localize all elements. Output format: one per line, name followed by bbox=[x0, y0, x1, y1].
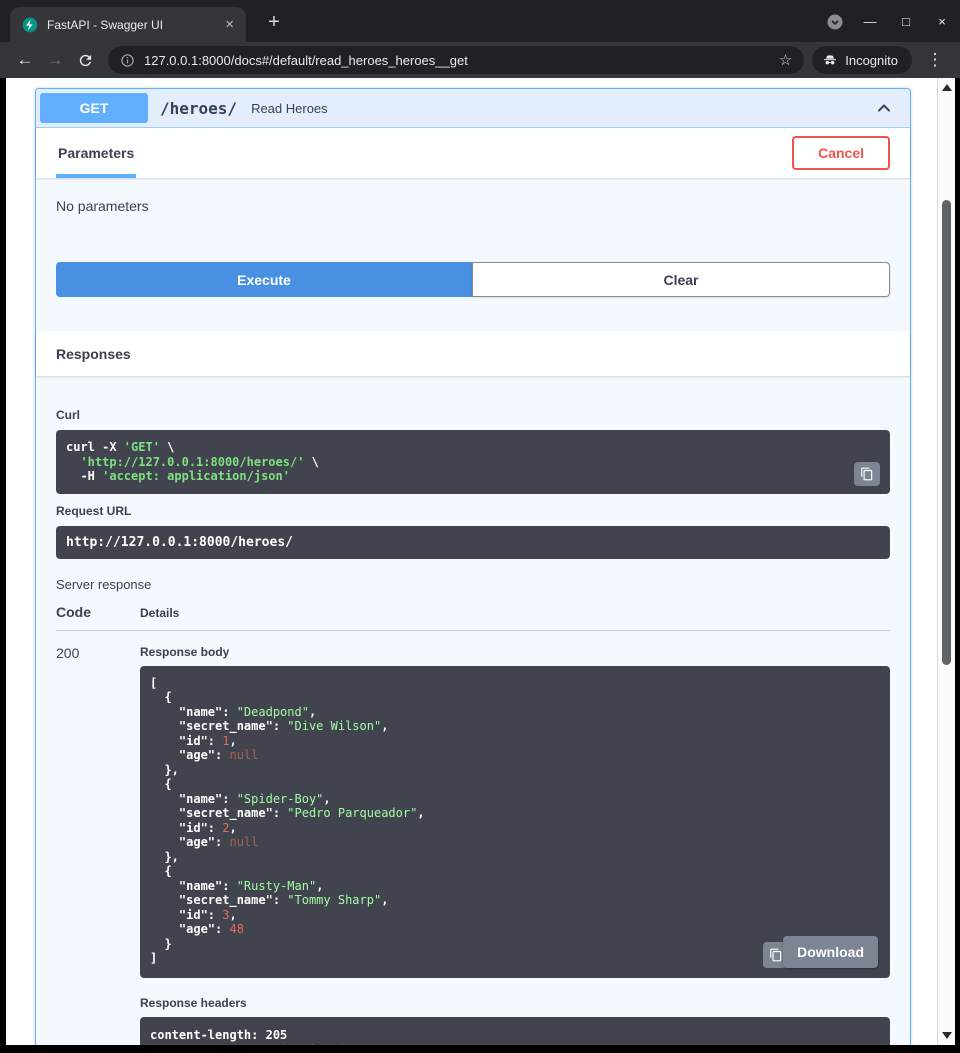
url-text: 127.0.0.1:8000/docs#/default/read_heroes… bbox=[144, 53, 779, 68]
browser-toolbar: ← → 127.0.0.1:8000/docs#/default/read_he… bbox=[0, 42, 960, 78]
menu-icon[interactable]: ⋮ bbox=[920, 46, 950, 74]
no-parameters-text: No parameters bbox=[36, 178, 910, 262]
cancel-button[interactable]: Cancel bbox=[792, 136, 890, 170]
response-table: Code Details 200 Response body [ { "name… bbox=[56, 604, 890, 1046]
curl-code-block: curl -X 'GET' \ 'http://127.0.0.1:8000/h… bbox=[56, 430, 890, 494]
response-row-200: 200 Response body [ { "name": "Deadpond"… bbox=[56, 631, 890, 1046]
copy-curl-button[interactable] bbox=[854, 462, 880, 486]
tab-search-icon[interactable] bbox=[826, 13, 844, 31]
code-column-header: Code bbox=[56, 604, 140, 620]
bookmark-star-icon[interactable]: ☆ bbox=[779, 51, 792, 69]
page-scrollbar[interactable] bbox=[937, 78, 955, 1045]
tab-strip: FastAPI - Swagger UI × + — □ × bbox=[0, 0, 960, 42]
maximize-button[interactable]: □ bbox=[888, 14, 924, 29]
browser-tab[interactable]: FastAPI - Swagger UI × bbox=[10, 7, 246, 42]
response-headers-block: content-length: 205content-type: applica… bbox=[140, 1017, 890, 1046]
back-icon[interactable]: ← bbox=[10, 46, 40, 74]
new-tab-button[interactable]: + bbox=[260, 8, 288, 36]
scroll-up-arrow-icon[interactable] bbox=[942, 84, 952, 91]
responses-inner: Curl curl -X 'GET' \ 'http://127.0.0.1:8… bbox=[36, 376, 910, 1045]
clear-button[interactable]: Clear bbox=[472, 262, 890, 297]
parameters-title: Parameters bbox=[56, 128, 136, 178]
collapse-chevron-icon[interactable] bbox=[874, 98, 894, 118]
download-button[interactable]: Download bbox=[783, 936, 878, 968]
details-column-header: Details bbox=[140, 606, 890, 620]
incognito-label: Incognito bbox=[845, 53, 898, 68]
reload-icon[interactable] bbox=[70, 46, 100, 74]
scrollbar-thumb[interactable] bbox=[942, 200, 951, 665]
method-badge: GET bbox=[40, 93, 148, 123]
tab-close-icon[interactable]: × bbox=[221, 16, 238, 33]
response-body-block: [ { "name": "Deadpond", "secret_name": "… bbox=[140, 666, 890, 978]
response-headers-label: Response headers bbox=[140, 996, 890, 1010]
parameters-header: Parameters Cancel bbox=[36, 128, 910, 178]
execute-button[interactable]: Execute bbox=[56, 262, 472, 297]
browser-window: FastAPI - Swagger UI × + — □ × ← → 127.0… bbox=[0, 0, 960, 1053]
window-controls: — □ × bbox=[852, 0, 960, 42]
request-url-label: Request URL bbox=[56, 504, 890, 518]
execute-row: Execute Clear bbox=[36, 262, 910, 331]
incognito-badge: Incognito bbox=[812, 46, 912, 74]
opblock-summary[interactable]: GET /heroes/ Read Heroes bbox=[36, 89, 910, 128]
page-content: GET /heroes/ Read Heroes Parameters Canc… bbox=[6, 78, 937, 1045]
forward-icon[interactable]: → bbox=[40, 46, 70, 74]
endpoint-summary: Read Heroes bbox=[251, 101, 328, 116]
close-button[interactable]: × bbox=[924, 14, 960, 29]
site-info-icon[interactable] bbox=[120, 53, 135, 68]
opblock-body: Parameters Cancel No parameters Execute … bbox=[36, 128, 910, 1045]
address-bar[interactable]: 127.0.0.1:8000/docs#/default/read_heroes… bbox=[108, 46, 804, 74]
responses-title: Responses bbox=[56, 346, 131, 362]
response-table-header: Code Details bbox=[56, 604, 890, 631]
opblock-get-heroes: GET /heroes/ Read Heroes Parameters Canc… bbox=[35, 88, 911, 1045]
request-url-value: http://127.0.0.1:8000/heroes/ bbox=[56, 526, 890, 559]
scroll-down-arrow-icon[interactable] bbox=[942, 1032, 952, 1039]
status-code: 200 bbox=[56, 645, 140, 1046]
tab-title: FastAPI - Swagger UI bbox=[47, 18, 221, 32]
minimize-button[interactable]: — bbox=[852, 14, 888, 29]
response-details-cell: Response body [ { "name": "Deadpond", "s… bbox=[140, 645, 890, 1046]
endpoint-path: /heroes/ bbox=[160, 99, 237, 118]
response-body-label: Response body bbox=[140, 645, 890, 659]
incognito-icon bbox=[822, 52, 838, 68]
fastapi-favicon-icon bbox=[22, 17, 38, 33]
server-response-label: Server response bbox=[56, 577, 890, 592]
responses-header: Responses bbox=[36, 331, 910, 376]
curl-label: Curl bbox=[56, 408, 890, 422]
